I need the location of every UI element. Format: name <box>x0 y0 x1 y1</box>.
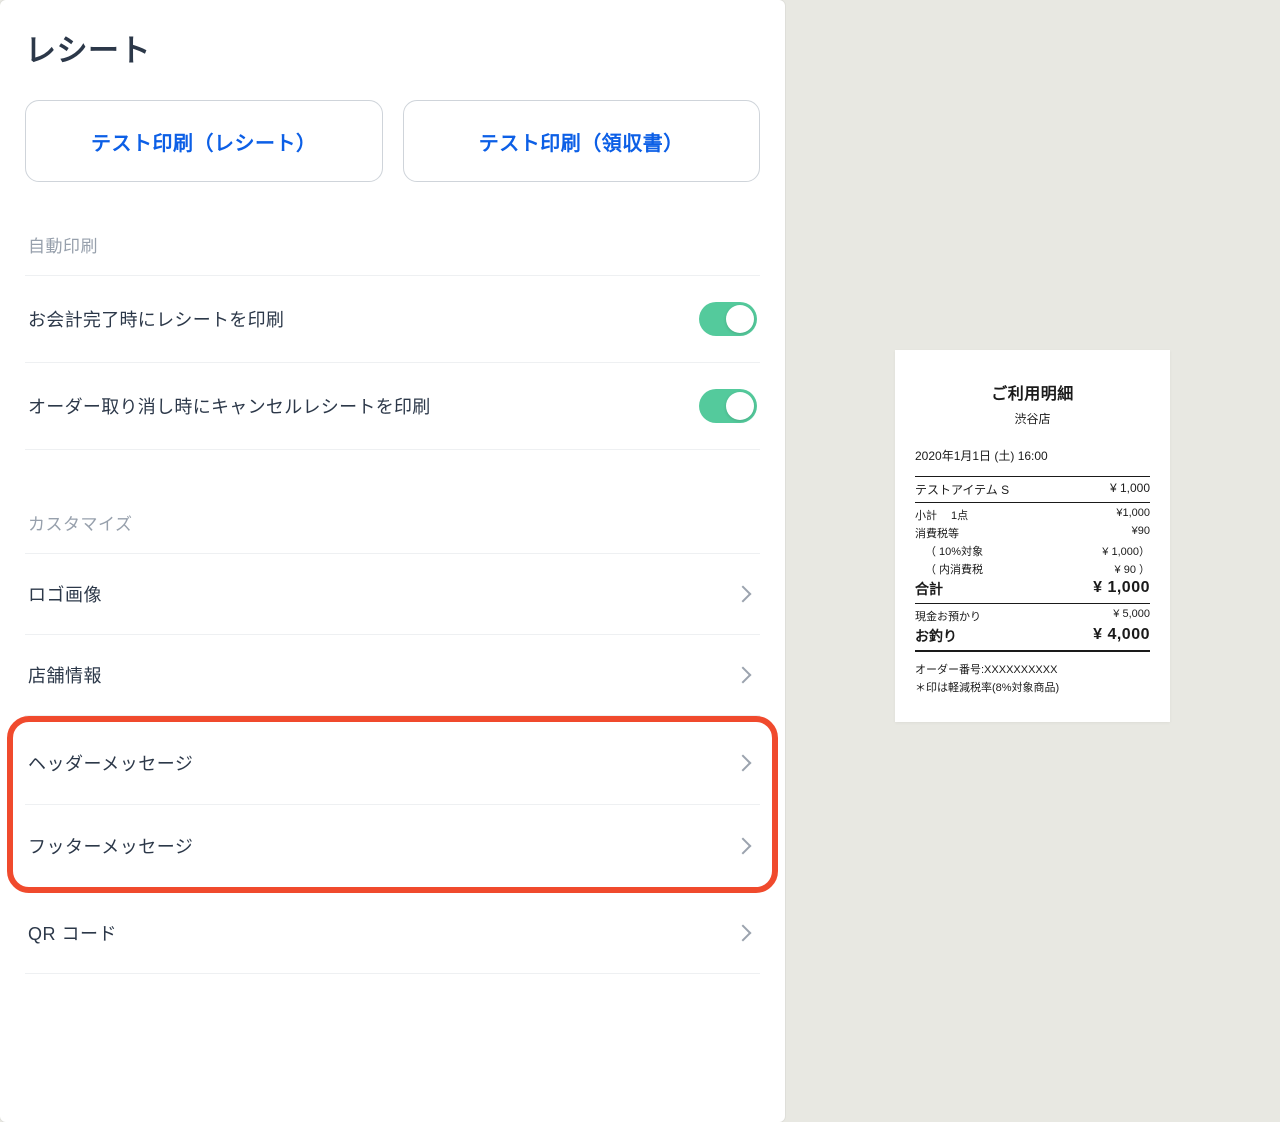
toggle-print-on-checkout[interactable] <box>699 302 757 336</box>
receipt-total-value: ¥ 1,000 <box>1093 579 1150 599</box>
nav-label: 店舗情報 <box>28 662 102 688</box>
page-title: レシート <box>25 25 760 70</box>
receipt-tax-target-value: ¥ 1,000） <box>1102 543 1150 559</box>
nav-label: ヘッダーメッセージ <box>28 750 193 776</box>
divider <box>915 650 1150 652</box>
receipt-subtotal-value: ¥1,000 <box>1116 507 1150 523</box>
section-header-auto-print: 自動印刷 <box>28 232 760 257</box>
chevron-right-icon <box>735 755 752 772</box>
chevron-right-icon <box>735 667 752 684</box>
toggle-label: お会計完了時にレシートを印刷 <box>28 306 284 332</box>
customize-list: ロゴ画像 店舗情報 ヘッダーメッセージ フッターメッセージ QR コード <box>25 553 760 974</box>
receipt-paid-label: 現金お預かり <box>915 608 981 624</box>
receipt-total-label: 合計 <box>915 579 943 599</box>
receipt-tax-target-line: （ 10%対象 ¥ 1,000） <box>915 543 1150 559</box>
settings-panel: レシート テスト印刷（レシート） テスト印刷（領収書） 自動印刷 お会計完了時に… <box>0 0 785 1122</box>
receipt-tax-label: 消費税等 <box>915 525 959 541</box>
chevron-right-icon <box>735 586 752 603</box>
receipt-change-value: ¥ 4,000 <box>1093 626 1150 646</box>
receipt-item-name: テストアイテム S <box>915 481 1009 498</box>
receipt-preview: ご利用明細 渋谷店 2020年1月1日 (土) 16:00 テストアイテム S … <box>895 350 1170 722</box>
nav-row-footer-message[interactable]: フッターメッセージ <box>25 805 760 887</box>
toggle-row-print-on-cancel: オーダー取り消し時にキャンセルレシートを印刷 <box>25 363 760 450</box>
receipt-total-line: 合計 ¥ 1,000 <box>915 579 1150 599</box>
receipt-tax-value: ¥90 <box>1132 525 1150 541</box>
chevron-right-icon <box>735 838 752 855</box>
nav-label: フッターメッセージ <box>28 833 193 859</box>
chevron-right-icon <box>735 925 752 942</box>
receipt-inner-tax-value: ¥ 90 ） <box>1115 561 1150 577</box>
receipt-inner-tax-line: （ 内消費税 ¥ 90 ） <box>915 561 1150 577</box>
receipt-order-number: オーダー番号:XXXXXXXXXX <box>915 662 1150 680</box>
test-print-invoice-button[interactable]: テスト印刷（領収書） <box>403 100 761 182</box>
section-header-customize: カスタマイズ <box>28 510 760 535</box>
nav-row-logo[interactable]: ロゴ画像 <box>25 554 760 635</box>
receipt-item-line: テストアイテム S ¥ 1,000 <box>915 481 1150 498</box>
nav-row-store-info[interactable]: 店舗情報 <box>25 635 760 716</box>
nav-row-qr-code[interactable]: QR コード <box>25 893 760 974</box>
test-print-button-row: テスト印刷（レシート） テスト印刷（領収書） <box>25 100 760 182</box>
receipt-tax-line: 消費税等 ¥90 <box>915 525 1150 541</box>
receipt-change-line: お釣り ¥ 4,000 <box>915 626 1150 646</box>
receipt-item-price: ¥ 1,000 <box>1110 481 1150 498</box>
receipt-footer: オーダー番号:XXXXXXXXXX ＊印は軽減税率(8%対象商品) <box>915 662 1150 697</box>
receipt-tax-target-label: （ 10%対象 <box>925 543 983 559</box>
toggle-label: オーダー取り消し時にキャンセルレシートを印刷 <box>28 393 431 419</box>
receipt-subtotal-label: 小計 1点 <box>915 507 968 523</box>
toggle-row-print-on-checkout: お会計完了時にレシートを印刷 <box>25 275 760 363</box>
nav-label: ロゴ画像 <box>28 581 102 607</box>
receipt-change-label: お釣り <box>915 626 957 646</box>
divider <box>915 476 1150 477</box>
receipt-paid-value: ¥ 5,000 <box>1113 608 1150 624</box>
receipt-inner-tax-label: （ 内消費税 <box>925 561 983 577</box>
test-print-receipt-button[interactable]: テスト印刷（レシート） <box>25 100 383 182</box>
divider <box>915 502 1150 503</box>
receipt-tax-note: ＊印は軽減税率(8%対象商品) <box>915 680 1150 698</box>
highlight-annotation: ヘッダーメッセージ フッターメッセージ <box>7 716 778 893</box>
divider <box>915 603 1150 604</box>
nav-row-header-message[interactable]: ヘッダーメッセージ <box>25 722 760 805</box>
receipt-subtotal-line: 小計 1点 ¥1,000 <box>915 507 1150 523</box>
nav-label: QR コード <box>28 920 117 946</box>
receipt-preview-panel: ご利用明細 渋谷店 2020年1月1日 (土) 16:00 テストアイテム S … <box>785 0 1280 1122</box>
receipt-date: 2020年1月1日 (土) 16:00 <box>915 447 1150 464</box>
receipt-store: 渋谷店 <box>915 410 1150 427</box>
toggle-print-on-cancel[interactable] <box>699 389 757 423</box>
receipt-title: ご利用明細 <box>915 380 1150 404</box>
receipt-paid-line: 現金お預かり ¥ 5,000 <box>915 608 1150 624</box>
